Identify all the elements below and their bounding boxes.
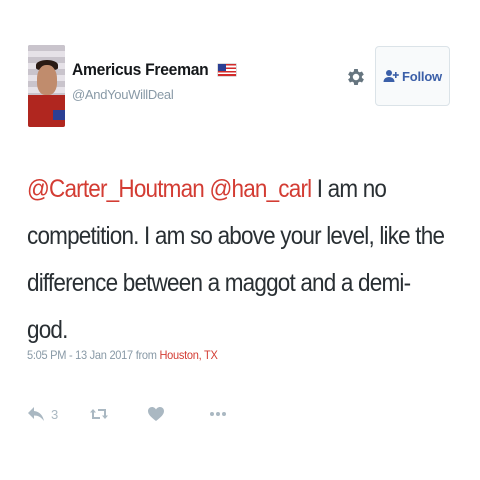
tweet-timestamp[interactable]: 5:05 PM - 13 Jan 2017 from <box>27 348 159 362</box>
mention-link[interactable]: @Carter_Houtman <box>27 175 205 203</box>
tweet-location[interactable]: Houston, TX <box>159 348 217 362</box>
user-name-row[interactable]: Americus Freeman <box>72 60 237 80</box>
heart-icon <box>147 406 165 422</box>
gear-icon[interactable] <box>345 66 367 88</box>
avatar[interactable] <box>28 45 65 127</box>
user-handle[interactable]: @AndYouWillDeal <box>72 87 174 102</box>
like-button[interactable] <box>147 402 165 426</box>
tweet-card: Americus Freeman @AndYouWillDeal Follow … <box>0 0 480 480</box>
reply-count: 3 <box>51 406 59 422</box>
reply-icon <box>27 406 45 422</box>
tweet-metadata: 5:05 PM - 13 Jan 2017 from Houston, TX <box>27 348 218 362</box>
avatar-badge <box>53 110 65 120</box>
more-button[interactable] <box>209 402 227 426</box>
follow-button[interactable]: Follow <box>375 46 450 106</box>
reply-button[interactable]: 3 <box>27 402 58 426</box>
user-display-name[interactable]: Americus Freeman <box>72 60 209 80</box>
avatar-face <box>37 65 57 95</box>
follow-button-label: Follow <box>402 68 442 84</box>
add-user-icon <box>383 69 399 83</box>
us-flag-icon <box>218 64 237 76</box>
tweet-text: @Carter_Houtman @han_carl I am no compet… <box>27 166 450 354</box>
more-dots-icon <box>209 410 227 418</box>
tweet-actions: 3 <box>27 402 247 426</box>
retweet-icon <box>89 406 109 422</box>
retweet-button[interactable] <box>89 402 109 426</box>
mention-link[interactable]: @han_carl <box>209 175 312 203</box>
